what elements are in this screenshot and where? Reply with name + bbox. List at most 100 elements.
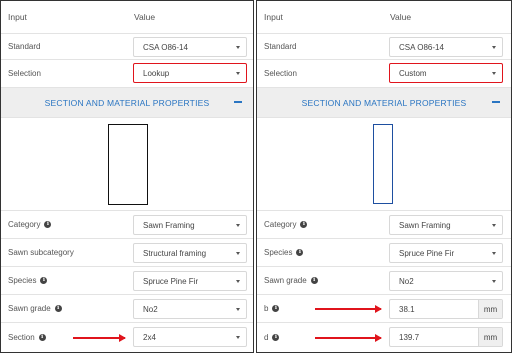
section-properties-header[interactable]: SECTION AND MATERIAL PROPERTIES	[1, 88, 253, 118]
chevron-down-icon	[236, 224, 240, 227]
standard-label: Standard	[8, 42, 41, 51]
standard-row: Standard CSA O86-14	[1, 34, 253, 60]
category-select[interactable]: Sawn Framing	[389, 215, 503, 235]
species-value: Spruce Pine Fir	[143, 276, 199, 286]
species-label: Species i	[8, 276, 48, 285]
species-row: Species i Spruce Pine Fir	[1, 267, 253, 295]
chevron-down-icon	[236, 46, 240, 49]
chevron-down-icon	[492, 224, 496, 227]
section-properties-title: SECTION AND MATERIAL PROPERTIES	[301, 97, 467, 108]
input-column-header: Input	[8, 12, 27, 22]
selection-select[interactable]: Lookup	[133, 63, 247, 83]
subcategory-select[interactable]: Structural framing	[133, 243, 247, 263]
d-input[interactable]: 139.7 mm	[389, 327, 503, 347]
b-input[interactable]: 38.1 mm	[389, 299, 503, 319]
d-value: 139.7	[399, 332, 420, 342]
section-properties-header[interactable]: SECTION AND MATERIAL PROPERTIES	[257, 88, 511, 118]
b-unit: mm	[478, 300, 502, 318]
value-column-header: Value	[134, 12, 156, 22]
species-select[interactable]: Spruce Pine Fir	[389, 243, 503, 263]
info-icon[interactable]: i	[272, 305, 280, 312]
standard-select[interactable]: CSA O86-14	[389, 37, 503, 57]
species-label: Species i	[264, 248, 304, 257]
chevron-down-icon	[492, 252, 496, 255]
section-label: Section i	[8, 333, 46, 342]
b-row: bi 38.1 mm	[257, 295, 511, 323]
category-value: Sawn Framing	[143, 220, 195, 230]
section-row: Section i 2x4	[1, 323, 253, 351]
section-value: 2x4	[143, 332, 156, 342]
standard-row: Standard CSA O86-14	[257, 34, 511, 60]
species-value: Spruce Pine Fir	[399, 248, 455, 258]
grade-select[interactable]: No2	[389, 271, 503, 291]
standard-select[interactable]: CSA O86-14	[133, 37, 247, 57]
subcategory-value: Structural framing	[143, 248, 207, 258]
info-icon[interactable]: i	[40, 277, 48, 284]
d-unit: mm	[478, 328, 502, 346]
table-header: Input Value	[257, 1, 511, 34]
minus-icon[interactable]	[234, 101, 242, 103]
selection-label: Selection	[8, 69, 41, 78]
info-icon[interactable]: i	[300, 221, 308, 228]
table-header: Input Value	[1, 1, 253, 34]
grade-label: Sawn grade i	[264, 276, 318, 285]
category-label: Category i	[8, 220, 52, 229]
info-icon[interactable]: i	[310, 277, 318, 284]
standard-label: Standard	[264, 42, 297, 51]
selection-value: Custom	[399, 68, 427, 78]
grade-value: No2	[399, 276, 414, 286]
grade-select[interactable]: No2	[133, 299, 247, 319]
selection-row: Selection Custom	[257, 60, 511, 88]
annotation-arrow	[315, 334, 382, 342]
grade-row: Sawn grade i No2	[257, 267, 511, 295]
chevron-down-icon	[236, 336, 240, 339]
chevron-down-icon	[492, 46, 496, 49]
section-properties-title: SECTION AND MATERIAL PROPERTIES	[44, 97, 210, 108]
b-label: bi	[264, 304, 280, 313]
grade-value: No2	[143, 304, 158, 314]
section-select[interactable]: 2x4	[133, 327, 247, 347]
chevron-down-icon	[492, 72, 496, 75]
standard-value: CSA O86-14	[399, 42, 444, 52]
category-value: Sawn Framing	[399, 220, 451, 230]
section-shape	[108, 124, 148, 205]
annotation-arrow	[73, 334, 126, 342]
chevron-down-icon	[492, 280, 496, 283]
info-icon[interactable]: i	[44, 221, 52, 228]
species-select[interactable]: Spruce Pine Fir	[133, 271, 247, 291]
category-select[interactable]: Sawn Framing	[133, 215, 247, 235]
category-label: Category i	[264, 220, 308, 229]
category-row: Category i Sawn Framing	[1, 211, 253, 239]
value-column-header: Value	[390, 12, 412, 22]
input-column-header: Input	[264, 12, 283, 22]
info-icon[interactable]: i	[38, 333, 46, 341]
category-row: Category i Sawn Framing	[257, 211, 511, 239]
info-icon[interactable]: i	[54, 305, 62, 312]
info-icon[interactable]: i	[272, 333, 280, 341]
subcategory-row: Sawn subcategory Structural framing	[1, 239, 253, 267]
b-value: 38.1	[399, 304, 415, 314]
chevron-down-icon	[236, 280, 240, 283]
grade-row: Sawn grade i No2	[1, 295, 253, 323]
species-row: Species i Spruce Pine Fir	[257, 239, 511, 267]
grade-label: Sawn grade i	[8, 304, 62, 313]
selection-value: Lookup	[143, 68, 170, 78]
chevron-down-icon	[236, 72, 240, 75]
lookup-panel: Input Value Standard CSA O86-14 Selectio…	[0, 0, 254, 353]
selection-row: Selection Lookup	[1, 60, 253, 88]
standard-value: CSA O86-14	[143, 42, 188, 52]
chevron-down-icon	[236, 252, 240, 255]
chevron-down-icon	[236, 308, 240, 311]
info-icon[interactable]: i	[296, 249, 304, 256]
custom-panel: Input Value Standard CSA O86-14 Selectio…	[256, 0, 512, 353]
selection-label: Selection	[264, 69, 297, 78]
selection-select[interactable]: Custom	[389, 63, 503, 83]
section-diagram	[1, 118, 253, 211]
minus-icon[interactable]	[492, 101, 500, 103]
section-diagram	[257, 118, 511, 211]
subcategory-label: Sawn subcategory	[8, 248, 74, 257]
section-shape	[373, 124, 393, 204]
annotation-arrow	[315, 305, 382, 313]
d-label: di	[264, 333, 280, 342]
d-row: di 139.7 mm	[257, 323, 511, 351]
